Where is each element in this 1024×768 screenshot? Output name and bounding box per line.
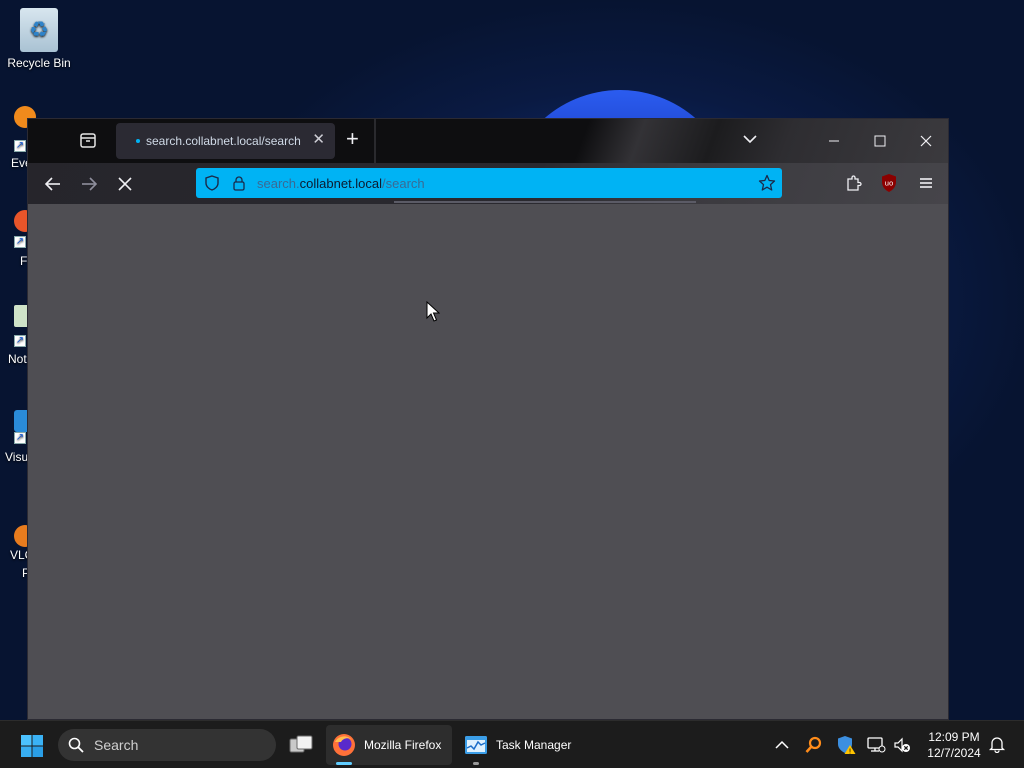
tab-overview-icon[interactable] (74, 129, 102, 153)
shortcut-arrow-icon: ↗ (14, 335, 26, 347)
shortcut-arrow-icon: ↗ (14, 432, 26, 444)
page-content[interactable] (28, 204, 948, 719)
maximize-button[interactable] (860, 127, 900, 155)
taskbar-search-box[interactable]: Search (58, 729, 276, 761)
desktop-icon-partial-3[interactable]: ↗ Not (0, 305, 36, 366)
star-icon[interactable] (758, 174, 776, 192)
minimize-button[interactable] (814, 127, 854, 155)
firefox-icon (332, 733, 356, 757)
forward-arrow-icon[interactable] (78, 173, 100, 195)
puzzle-icon[interactable] (844, 173, 864, 193)
security-warning-icon[interactable]: ! (836, 735, 856, 755)
desktop-icon-partial-2[interactable]: ↗ F (0, 210, 36, 268)
loading-dot-icon (136, 139, 140, 143)
desktop-icon-partial-5[interactable]: VLC P (0, 525, 36, 580)
recycle-bin-icon (20, 8, 58, 52)
ublock-origin-icon[interactable]: uo (880, 173, 898, 193)
tab-active[interactable]: search.collabnet.local/search ✕ (116, 123, 335, 159)
url-host: collabnet.local (299, 176, 383, 191)
notification-bell-icon[interactable] (988, 735, 1006, 754)
windows-start-icon[interactable] (20, 734, 44, 758)
hamburger-menu-icon[interactable] (916, 173, 936, 193)
magnifier-tray-icon[interactable] (804, 735, 824, 755)
navigation-toolbar: search.collabnet.local/search uo (28, 163, 948, 204)
desktop-icon-partial-1[interactable]: ↗ Eve (0, 106, 36, 170)
tab-title: search.collabnet.local/search (146, 134, 301, 148)
volume-muted-icon[interactable] (892, 735, 912, 755)
firefox-window[interactable]: search.collabnet.local/search ✕ + search… (27, 118, 949, 720)
stop-icon[interactable] (114, 173, 136, 195)
chevron-down-icon[interactable] (742, 131, 758, 152)
active-app-indicator (336, 762, 352, 765)
shortcut-arrow-icon: ↗ (14, 140, 26, 152)
shortcut-arrow-icon: ↗ (14, 236, 26, 248)
network-icon[interactable] (866, 735, 886, 755)
tab-bar: search.collabnet.local/search ✕ + (28, 119, 948, 163)
close-icon[interactable]: ✕ (312, 132, 325, 148)
lock-icon[interactable] (232, 175, 246, 191)
back-arrow-icon[interactable] (42, 173, 64, 195)
task-view-icon[interactable] (288, 733, 314, 757)
search-icon (68, 737, 84, 753)
desktop-icon-label: Not (8, 352, 27, 366)
chevron-up-icon[interactable] (772, 735, 792, 755)
url-text[interactable]: search.collabnet.local/search (257, 176, 425, 191)
close-window-button[interactable] (906, 127, 946, 155)
taskbar-app-label: Task Manager (496, 738, 572, 752)
search-label: Search (94, 737, 139, 753)
page-load-progress (394, 201, 696, 203)
taskbar: Search Mozilla Firefox Task Manager ! 12… (0, 720, 1024, 768)
desktop-icon-label: Visu (5, 450, 29, 464)
url-prefix: search. (257, 176, 300, 191)
open-app-indicator (473, 762, 479, 765)
clock-time: 12:09 PM (928, 730, 980, 744)
desktop-icon-recycle-bin[interactable]: Recycle Bin (4, 8, 74, 70)
svg-text:!: ! (849, 747, 852, 755)
clock-date: 12/7/2024 (927, 746, 981, 760)
desktop-icon-partial-4[interactable]: ↗ Visu (0, 410, 36, 464)
svg-text:uo: uo (885, 180, 894, 188)
taskbar-app-task-manager[interactable]: Task Manager (458, 725, 582, 765)
system-clock[interactable]: 12:09 PM 12/7/2024 (918, 729, 990, 761)
taskbar-app-label: Mozilla Firefox (364, 738, 442, 752)
desktop-icon-label: Recycle Bin (7, 56, 71, 70)
new-tab-button[interactable]: + (346, 128, 359, 150)
tracking-shield-icon[interactable] (204, 175, 220, 191)
mouse-cursor-icon (426, 300, 441, 328)
task-manager-icon (464, 733, 488, 757)
tab-separator (374, 119, 376, 163)
url-path: /search (382, 176, 425, 191)
url-bar[interactable]: search.collabnet.local/search (196, 168, 782, 198)
taskbar-app-firefox[interactable]: Mozilla Firefox (326, 725, 452, 765)
